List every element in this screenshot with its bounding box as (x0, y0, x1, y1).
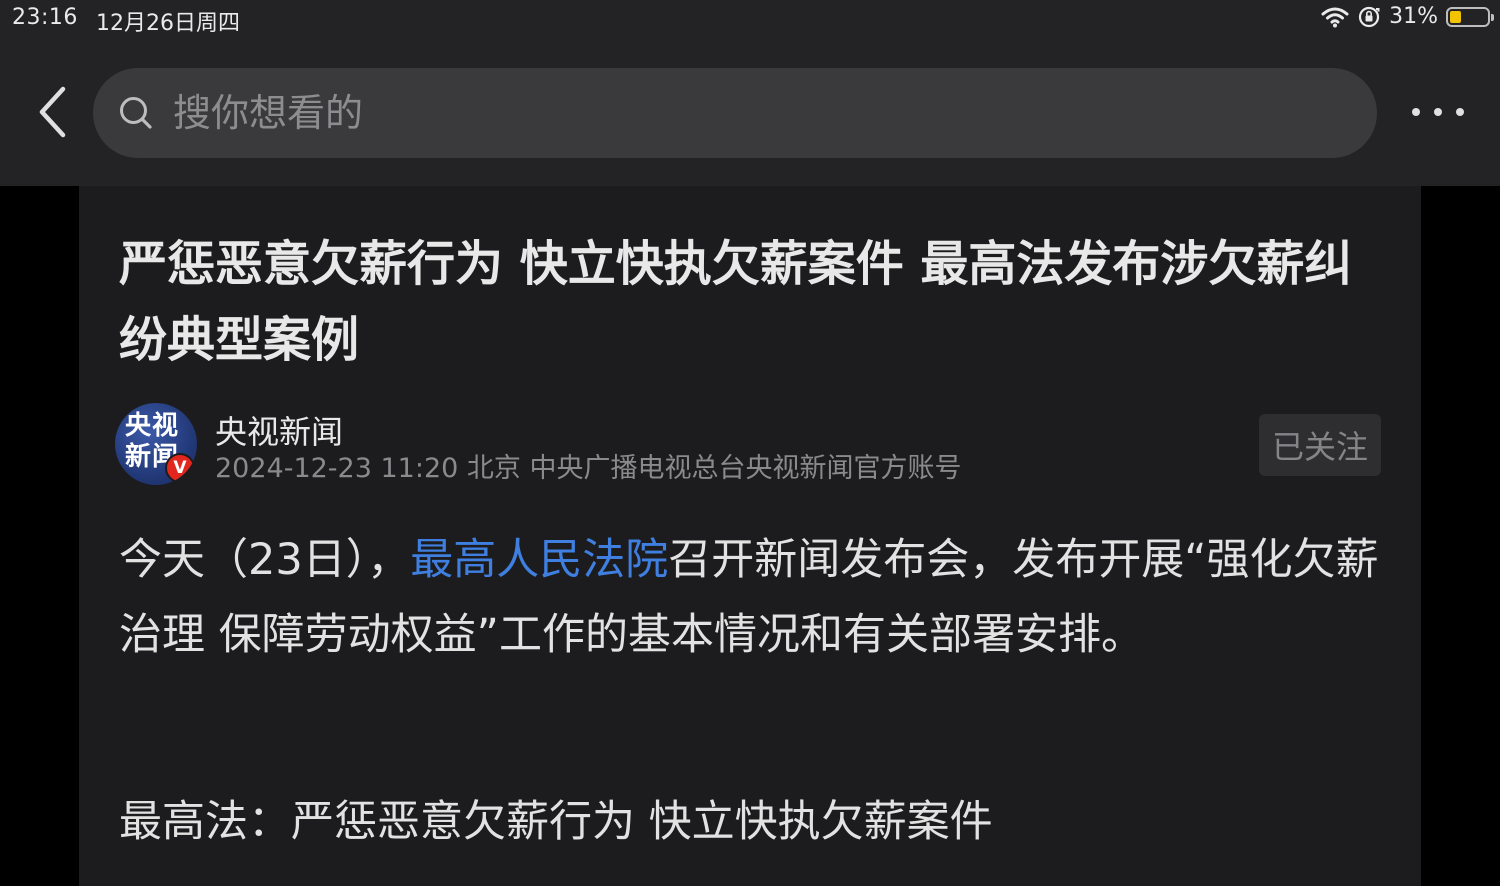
battery-level-fill (1450, 10, 1461, 23)
wifi-icon (1321, 6, 1349, 28)
battery-percent: 31% (1389, 4, 1438, 29)
status-date: 12月26日周四 (96, 11, 240, 36)
status-indicators: 31% (1321, 4, 1494, 29)
search-bar[interactable] (93, 68, 1377, 158)
app-screen: 23:16 12月26日周四 31% 搜你想看的 严惩恶意欠薪行为 快立快执欠薪… (0, 0, 1500, 886)
paragraph-text-start: 今天（23日）， (119, 535, 411, 585)
search-input[interactable] (171, 90, 1075, 136)
search-icon (117, 94, 155, 132)
more-icon (1412, 108, 1464, 116)
article-headline: 严惩恶意欠薪行为 快立快执欠薪案件 最高法发布涉欠薪纠纷典型案例 (119, 236, 1353, 368)
article-paragraph: 今天（23日），最高人民法院召开新闻发布会，发布开展“强化欠薪治理 保障劳动权益… (119, 523, 1385, 673)
orientation-lock-icon (1357, 5, 1381, 29)
back-arrow-icon (39, 86, 66, 138)
more-options-button[interactable] (1405, 92, 1471, 132)
battery-icon (1446, 6, 1494, 27)
verified-badge: V (165, 453, 195, 483)
follow-button[interactable]: 已关注 (1259, 414, 1381, 476)
back-button[interactable] (28, 82, 76, 142)
author-avatar[interactable]: 央视新闻 V (115, 403, 197, 485)
article-subheading: 最高法：严惩恶意欠薪行为 快立快执欠薪案件 (119, 797, 993, 847)
author-row: 央视新闻 V 央视新闻 2024-12-23 11:20 北京 中央广播电视总台… (115, 403, 1385, 487)
article-meta: 2024-12-23 11:20 北京 中央广播电视总台央视新闻官方账号 (215, 453, 962, 484)
battery-cap (1491, 13, 1494, 21)
status-time: 23:16 (12, 5, 78, 30)
supreme-court-link[interactable]: 最高人民法院 (410, 535, 668, 585)
top-bar: 23:16 12月26日周四 31% (0, 0, 1500, 186)
article-card: 严惩恶意欠薪行为 快立快执欠薪案件 最高法发布涉欠薪纠纷典型案例 央视新闻 V … (79, 186, 1421, 886)
